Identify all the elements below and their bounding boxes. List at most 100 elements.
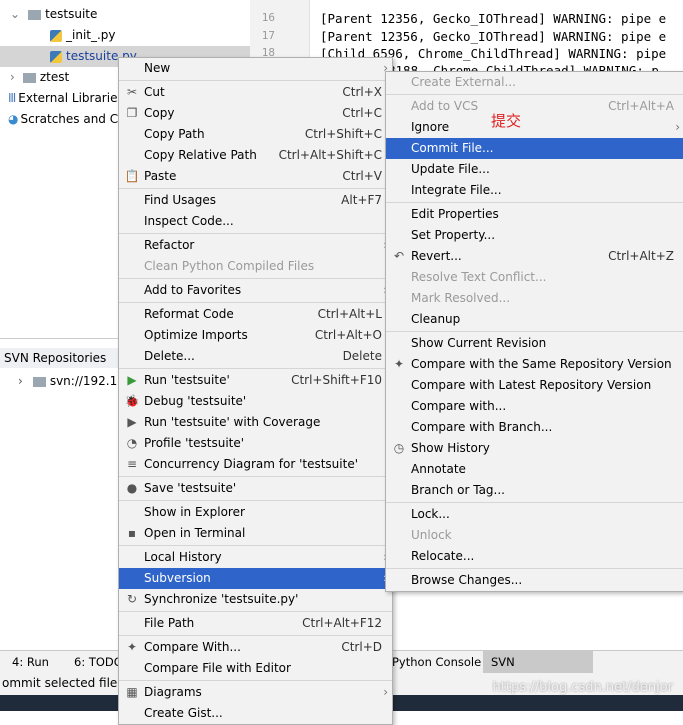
menu-item-save-testsuite[interactable]: ● Save 'testsuite' — [119, 478, 392, 499]
menu-item-synchronize-testsuite-py[interactable]: ↻ Synchronize 'testsuite.py' — [119, 589, 392, 610]
watermark: https://blog.csdn.net/denjor — [492, 680, 673, 695]
menu-item-commit-file[interactable]: Commit File... — [386, 138, 683, 159]
shortcut-label: Ctrl+D — [341, 640, 382, 654]
chevron-right-icon[interactable]: › — [18, 374, 23, 388]
menu-item-label: Paste — [144, 169, 177, 183]
menu-item-label: New — [144, 61, 171, 75]
menu-item-add-to-vcs[interactable]: Add to VCS Ctrl+Alt+A — [386, 96, 683, 117]
svn-repo-item[interactable]: › svn://192.1 — [18, 371, 117, 392]
menu-item-diagrams[interactable]: ▦ Diagrams › — [119, 682, 392, 703]
annotation-text: 提交 — [491, 112, 522, 130]
menu-item-open-in-terminal[interactable]: ▪ Open in Terminal — [119, 523, 392, 544]
menu-item-profile-testsuite[interactable]: ◔ Profile 'testsuite' — [119, 433, 392, 454]
menu-item-inspect-code[interactable]: Inspect Code... — [119, 211, 392, 232]
menu-item-subversion[interactable]: Subversion› — [119, 568, 392, 589]
shortcut-label: Ctrl+X — [342, 85, 382, 99]
menu-item-ignore[interactable]: Ignore › — [386, 117, 683, 138]
chevron-down-icon[interactable]: ⌄ — [10, 7, 20, 21]
synchronize-testsuite-py-icon: ↻ — [126, 592, 138, 606]
menu-item-lock[interactable]: Lock... — [386, 504, 683, 525]
menu-item-compare-with[interactable]: ✦ Compare With... Ctrl+D — [119, 637, 392, 658]
menu-item-label: Unlock — [411, 528, 452, 542]
menu-item-show-current-revision[interactable]: Show Current Revision — [386, 333, 683, 354]
menu-item-run-testsuite-with-coverage[interactable]: ▶ Run 'testsuite' with Coverage — [119, 412, 392, 433]
shortcut-label: Ctrl+V — [342, 169, 382, 183]
menu-item-file-path[interactable]: File Path Ctrl+Alt+F12 — [119, 613, 392, 634]
menu-item-compare-with-the-same-repository-version[interactable]: ✦ Compare with the Same Repository Versio… — [386, 354, 683, 375]
menu-item-label: Refactor — [144, 238, 195, 252]
library-icon: Ⅲ — [8, 91, 17, 105]
context-menu: New › ✂ Cut Ctrl+X ❐ Copy Ctrl+C Copy Path Ctrl+S… — [118, 57, 393, 725]
tab-python-console[interactable]: Python Console — [384, 651, 489, 674]
menu-item-label: Lock... — [411, 507, 450, 521]
menu-item-debug-testsuite[interactable]: 🐞 Debug 'testsuite' — [119, 391, 392, 412]
tab-run[interactable]: 4: Run — [4, 651, 57, 674]
menu-item-local-history[interactable]: Local History› — [119, 547, 392, 568]
menu-item-label: Delete... — [144, 349, 195, 363]
menu-item-label: Copy Relative Path — [144, 148, 257, 162]
menu-item-compare-with-latest-repository-version[interactable]: Compare with Latest Repository Version — [386, 375, 683, 396]
menu-item-delete[interactable]: Delete... Delete — [119, 346, 392, 367]
menu-item-compare-with-branch[interactable]: Compare with Branch... — [386, 417, 683, 438]
save-testsuite-icon: ● — [126, 481, 138, 495]
menu-item-label: Concurrency Diagram for 'testsuite' — [144, 457, 358, 471]
menu-item-relocate[interactable]: Relocate... — [386, 546, 683, 567]
menu-item-label: Create Gist... — [144, 706, 223, 720]
menu-item-copy[interactable]: ❐ Copy Ctrl+C — [119, 103, 392, 124]
menu-item-revert[interactable]: ↶ Revert... Ctrl+Alt+Z — [386, 246, 683, 267]
menu-item-label: Show in Explorer — [144, 505, 245, 519]
submenu-arrow-icon: › — [383, 685, 388, 699]
tab-svn-repositories[interactable]: SVN Repositories — [483, 651, 593, 692]
menu-item-show-in-explorer[interactable]: Show in Explorer — [119, 502, 392, 523]
menu-item-set-property[interactable]: Set Property... — [386, 225, 683, 246]
menu-item-resolve-text-conflict[interactable]: Resolve Text Conflict... — [386, 267, 683, 288]
menu-item-copy-path[interactable]: Copy Path Ctrl+Shift+C — [119, 124, 392, 145]
menu-item-edit-properties[interactable]: Edit Properties — [386, 204, 683, 225]
menu-item-branch-or-tag[interactable]: Branch or Tag... — [386, 480, 683, 501]
menu-item-optimize-imports[interactable]: Optimize Imports Ctrl+Alt+O — [119, 325, 392, 346]
chevron-right-icon[interactable]: › — [10, 70, 15, 84]
menu-item-annotate[interactable]: Annotate — [386, 459, 683, 480]
tree-item-init[interactable]: _init_.py — [50, 25, 116, 46]
menu-item-label: Set Property... — [411, 228, 496, 242]
revert-icon: ↶ — [393, 249, 405, 263]
menu-item-mark-resolved[interactable]: Mark Resolved... — [386, 288, 683, 309]
menu-item-label: Save 'testsuite' — [144, 481, 237, 495]
menu-item-update-file[interactable]: Update File... — [386, 159, 683, 180]
menu-item-show-history[interactable]: ◷ Show History — [386, 438, 683, 459]
menu-item-label: Resolve Text Conflict... — [411, 270, 547, 284]
menu-item-reformat-code[interactable]: Reformat Code Ctrl+Alt+L — [119, 304, 392, 325]
cut-icon: ✂ — [126, 85, 138, 99]
menu-item-cleanup[interactable]: Cleanup — [386, 309, 683, 330]
menu-item-new[interactable]: New › — [119, 58, 392, 79]
menu-item-label: Cut — [144, 85, 165, 99]
menu-item-refactor[interactable]: Refactor› — [119, 235, 392, 256]
tree-item-external-libraries[interactable]: Ⅲ External Libraries — [8, 88, 124, 109]
menu-item-label: Compare File with Editor — [144, 661, 291, 675]
menu-item-create-gist[interactable]: Create Gist... — [119, 703, 392, 724]
menu-item-compare-file-with-editor[interactable]: Compare File with Editor — [119, 658, 392, 679]
menu-item-compare-with[interactable]: Compare with... — [386, 396, 683, 417]
menu-item-copy-relative-path[interactable]: Copy Relative Path Ctrl+Alt+Shift+C — [119, 145, 392, 166]
menu-item-label: Subversion — [144, 571, 211, 585]
copy-icon: ❐ — [126, 106, 138, 120]
folder-icon — [22, 72, 36, 83]
tree-item-ztest[interactable]: › ztest — [10, 67, 69, 88]
menu-item-unlock[interactable]: Unlock — [386, 525, 683, 546]
menu-item-concurrency-diagram-for-testsuite[interactable]: ≡ Concurrency Diagram for 'testsuite' — [119, 454, 392, 475]
menu-item-cut[interactable]: ✂ Cut Ctrl+X — [119, 82, 392, 103]
menu-item-add-to-favorites[interactable]: Add to Favorites› — [119, 280, 392, 301]
menu-item-browse-changes[interactable]: Browse Changes... — [386, 570, 683, 591]
menu-item-find-usages[interactable]: Find Usages Alt+F7 — [119, 190, 392, 211]
menu-item-create-external[interactable]: Create External... — [386, 72, 683, 93]
tree-item-testsuite[interactable]: ⌄ testsuite — [10, 4, 97, 25]
menu-item-integrate-file[interactable]: Integrate File... — [386, 180, 683, 201]
menu-item-label: Clean Python Compiled Files — [144, 259, 315, 273]
open-in-terminal-icon: ▪ — [127, 526, 137, 540]
line-number: 16 — [261, 11, 275, 24]
menu-item-run-testsuite[interactable]: ▶ Run 'testsuite' Ctrl+Shift+F10 — [119, 370, 392, 391]
menu-item-label: Copy — [144, 106, 175, 120]
menu-item-label: Diagrams — [144, 685, 202, 699]
menu-item-paste[interactable]: 📋 Paste Ctrl+V — [119, 166, 392, 187]
menu-item-clean-python-compiled-files[interactable]: Clean Python Compiled Files — [119, 256, 392, 277]
